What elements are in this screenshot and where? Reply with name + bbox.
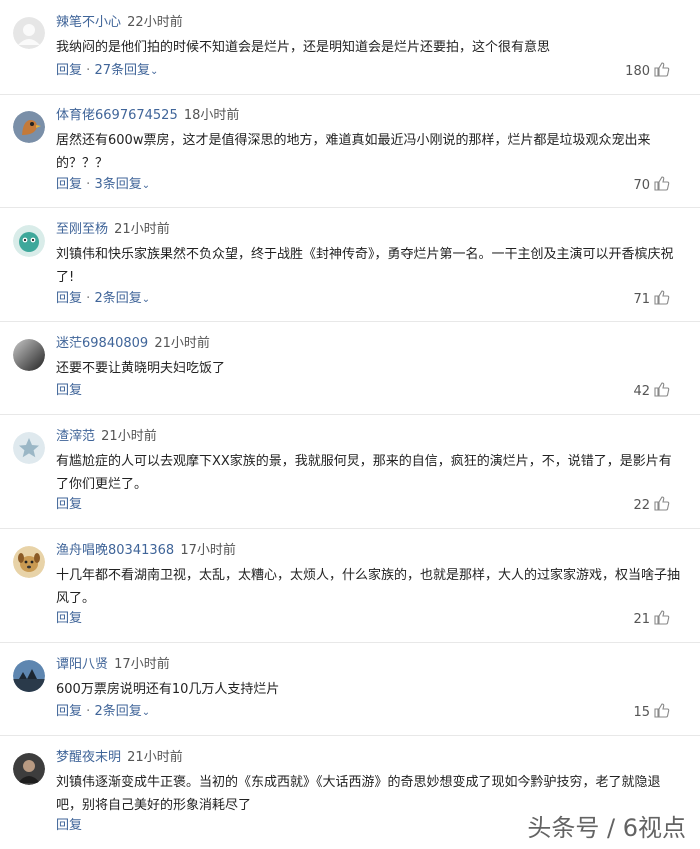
avatar[interactable] <box>13 432 45 464</box>
timestamp: 21小时前 <box>114 222 170 237</box>
view-replies-button[interactable]: 2条回复⌄ <box>94 291 150 306</box>
username[interactable]: 谭阳八贤 <box>56 657 108 672</box>
avatar[interactable] <box>13 111 45 143</box>
like-count: 21 <box>633 612 650 627</box>
comment-text: 我纳闷的是他们拍的时候不知道会是烂片，还是明知道会是烂片还要拍，这个很有意思 <box>56 40 551 55</box>
avatar[interactable] <box>13 17 45 49</box>
timestamp: 21小时前 <box>154 336 210 351</box>
like-button[interactable]: 21 <box>633 610 670 631</box>
username[interactable]: 梦醒夜末明 <box>56 750 121 765</box>
like-button[interactable]: 180 <box>625 62 670 83</box>
divider <box>0 414 700 415</box>
comment-text: 十几年都不看湖南卫视，太乱，太糟心，太烦人，什么家族的，也就是那样，大人的过家家… <box>56 568 681 606</box>
comment-item: 辣笔不小心 22小时前 我纳闷的是他们拍的时候不知道会是烂片，还是明知道会是烂片… <box>0 14 700 94</box>
divider <box>0 321 700 322</box>
reply-button[interactable]: 回复 <box>56 63 82 78</box>
view-replies-button[interactable]: 2条回复⌄ <box>94 704 150 719</box>
timestamp: 17小时前 <box>114 657 170 672</box>
divider <box>0 94 700 95</box>
avatar[interactable] <box>13 660 45 692</box>
divider <box>0 528 700 529</box>
divider <box>0 642 700 643</box>
watermark: 头条号 / 6视点 <box>527 814 686 842</box>
timestamp: 18小时前 <box>183 108 240 123</box>
reply-button[interactable]: 回复 <box>56 497 82 512</box>
like-button[interactable]: 71 <box>633 290 670 311</box>
comment-item: 渔舟唱晚80341368 17小时前 十几年都不看湖南卫视，太乱，太糟心，太烦人… <box>0 542 700 642</box>
comment-text: 刘镇伟和快乐家族果然不负众望，终于战胜《封神传奇》，勇夺烂片第一名。一干主创及主… <box>56 247 674 285</box>
avatar[interactable] <box>13 546 45 578</box>
avatar[interactable] <box>13 339 45 371</box>
avatar[interactable] <box>13 225 45 257</box>
reply-button[interactable]: 回复 <box>56 611 82 626</box>
username[interactable]: 辣笔不小心 <box>56 15 121 30</box>
username[interactable]: 体育佬6697674525 <box>56 108 178 123</box>
avatar[interactable] <box>13 753 45 785</box>
timestamp: 22小时前 <box>127 15 183 30</box>
like-count: 71 <box>633 292 650 307</box>
comment-item: 迷茫69840809 21小时前 还要不要让黄晓明夫妇吃饭了 回复 42 <box>0 335 700 415</box>
reply-button[interactable]: 回复 <box>56 291 82 306</box>
like-button[interactable]: 70 <box>633 176 670 197</box>
chevron-down-icon: ⌄ <box>141 180 151 191</box>
reply-button[interactable]: 回复 <box>56 818 82 833</box>
comment-text: 还要不要让黄晓明夫妇吃饭了 <box>56 361 226 376</box>
comment-item: 体育佬6697674525 18小时前 居然还有600w票房，这才是值得深思的地… <box>0 107 700 207</box>
username[interactable]: 渣滓范 <box>56 429 95 444</box>
reply-button[interactable]: 回复 <box>56 383 82 398</box>
thumbs-up-icon <box>654 176 670 197</box>
comment-item: 谭阳八贤 17小时前 600万票房说明还有10几万人支持烂片 回复 · 2条回复… <box>0 656 700 736</box>
thumbs-up-icon <box>654 610 670 631</box>
thumbs-up-icon <box>654 62 670 83</box>
timestamp: 21小时前 <box>101 429 157 444</box>
timestamp: 17小时前 <box>180 543 236 558</box>
chevron-down-icon: ⌄ <box>141 294 151 305</box>
username[interactable]: 迷茫69840809 <box>56 336 148 351</box>
like-count: 70 <box>633 178 650 193</box>
view-replies-button[interactable]: 27条回复⌄ <box>94 63 158 78</box>
comment-text: 600万票房说明还有10几万人支持烂片 <box>56 682 280 697</box>
like-button[interactable]: 15 <box>633 703 670 724</box>
thumbs-up-icon <box>654 290 670 311</box>
divider <box>0 207 700 208</box>
comment-item: 至刚至杨 21小时前 刘镇伟和快乐家族果然不负众望，终于战胜《封神传奇》，勇夺烂… <box>0 221 700 321</box>
thumbs-up-icon <box>654 496 670 517</box>
timestamp: 21小时前 <box>127 750 183 765</box>
thumbs-up-icon <box>654 382 670 403</box>
view-replies-button[interactable]: 3条回复⌄ <box>94 177 150 192</box>
comment-text: 有尴尬症的人可以去观摩下XX家族的景，我就服何炅，那来的自信，疯狂的演烂片，不，… <box>56 454 672 492</box>
chevron-down-icon: ⌄ <box>141 707 151 718</box>
like-count: 15 <box>633 705 650 720</box>
like-count: 42 <box>633 384 650 399</box>
reply-button[interactable]: 回复 <box>56 177 82 192</box>
chevron-down-icon: ⌄ <box>149 66 159 77</box>
comment-item: 渣滓范 21小时前 有尴尬症的人可以去观摩下XX家族的景，我就服何炅，那来的自信… <box>0 428 700 528</box>
thumbs-up-icon <box>654 703 670 724</box>
like-button[interactable]: 42 <box>633 382 670 403</box>
like-button[interactable]: 22 <box>633 496 670 517</box>
reply-button[interactable]: 回复 <box>56 704 82 719</box>
comment-text: 居然还有600w票房，这才是值得深思的地方，难道真如最近冯小刚说的那样，烂片都是… <box>56 133 651 171</box>
divider <box>0 735 700 736</box>
like-count: 22 <box>633 498 650 513</box>
like-count: 180 <box>625 64 650 79</box>
username[interactable]: 渔舟唱晚80341368 <box>56 543 174 558</box>
username[interactable]: 至刚至杨 <box>56 222 108 237</box>
